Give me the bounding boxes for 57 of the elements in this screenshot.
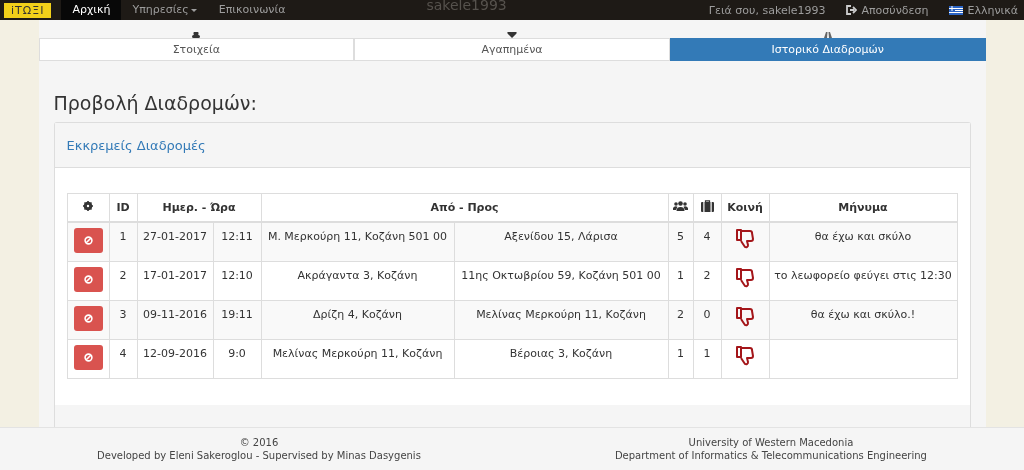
users-icon: [673, 201, 688, 211]
footer-text: Department of Informatics & Telecommunications Engineering: [614, 449, 927, 462]
table-cell: Μελίνας Μερκούρη 11, Κοζάνη: [261, 339, 454, 379]
table-cell: 9:0: [213, 339, 261, 379]
table-cell: Δρίζη 4, Κοζάνη: [261, 300, 454, 340]
table-cell: 11ης Οκτωβρίου 59, Κοζάνη 501 00: [454, 261, 668, 301]
panel-title-link[interactable]: Εκκρεμείς Διαδρομές: [66, 137, 206, 153]
table-cell: 12-09-2016: [137, 339, 213, 379]
road-icon: [822, 32, 833, 38]
table-cell: 4: [109, 339, 137, 379]
table-cell: Βέροιας 3, Κοζάνη: [454, 339, 668, 379]
table-cell: θα έχω και σκύλο: [769, 222, 957, 262]
table-cell: 1: [693, 339, 721, 379]
cancel-button[interactable]: [73, 267, 103, 292]
nav-link[interactable]: Επικοινωνία: [207, 0, 297, 20]
table-cell: 2: [693, 261, 721, 301]
tab[interactable]: Αγαπημένα: [354, 38, 670, 61]
settings-icon: [83, 201, 93, 211]
cancel-button[interactable]: [73, 306, 103, 331]
table-cell: Ακράγαντα 3, Κοζάνη: [261, 261, 454, 301]
table-cell: 1: [668, 261, 693, 301]
footer-text: University of Western Macedonia: [688, 436, 854, 449]
nav-link[interactable]: Αρχική: [61, 0, 122, 20]
table-cell: Μελίνας Μερκούρη 11, Κοζάνη: [454, 300, 668, 340]
user-icon: [191, 32, 202, 38]
table-cell: 12:10: [213, 261, 261, 301]
cancel-button[interactable]: [73, 345, 103, 370]
table-cell: Αξενίδου 15, Λάρισα: [454, 222, 668, 262]
cancel-button[interactable]: [73, 228, 103, 253]
cancel-icon: [83, 353, 93, 362]
tab[interactable]: Στοιχεία: [38, 38, 355, 61]
table-cell: Μ. Μερκούρη 11, Κοζάνη 501 00: [261, 222, 454, 262]
footer-text: © 2016: [239, 436, 279, 449]
footer-text: Developed by Eleni Sakeroglou - Supervised by Minas Dasygenis: [97, 449, 421, 462]
cancel-icon: [83, 314, 93, 323]
username-title: sakele1993: [426, 0, 507, 13]
nav-link[interactable]: Υπηρεσίες: [121, 0, 208, 20]
table-cell: θα έχω και σκύλο.!: [769, 300, 957, 340]
cancel-icon: [83, 236, 93, 245]
table-cell: το λεωφορείο φεύγει στις 12:30: [769, 261, 957, 301]
page-heading: Προβολή Διαδρομών:: [53, 91, 258, 115]
greeting-text: Γειά σου, sakele1993: [708, 3, 826, 17]
flag-icon: [949, 5, 964, 15]
logo[interactable]: iTΩΞI: [4, 2, 52, 18]
logout-link[interactable]: Αποσύνδεση: [846, 3, 929, 17]
table-cell: 17-01-2017: [137, 261, 213, 301]
table-cell: 12:11: [213, 222, 261, 262]
table-cell: 09-11-2016: [137, 300, 213, 340]
tab[interactable]: Ιστορικό Διαδρομών: [669, 38, 986, 61]
cancel-icon: [83, 275, 93, 284]
language-link[interactable]: Ελληνικά: [949, 3, 1018, 17]
suitcase-icon: [700, 200, 714, 212]
logout-icon: [846, 5, 858, 15]
table-cell: 1: [668, 339, 693, 379]
table-cell: 2: [109, 261, 137, 301]
table-cell: 19:11: [213, 300, 261, 340]
table-cell: 27-01-2017: [137, 222, 213, 262]
